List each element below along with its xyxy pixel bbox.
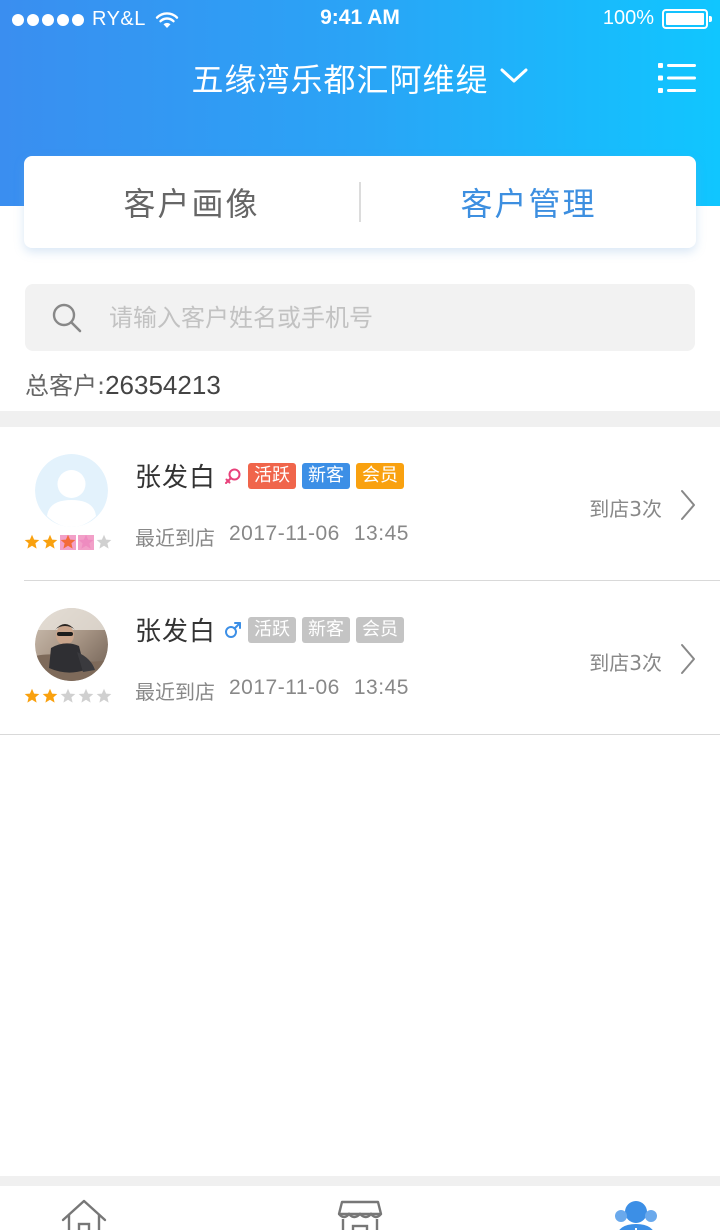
customer-name: 张发白: [135, 463, 217, 493]
total-customers: 总客户: 26354213: [25, 366, 221, 401]
last-visit-date: 2017-11-06: [229, 676, 340, 699]
customer-row[interactable]: 张发白 活跃 新客 会员 最近到店 2017-11-06 13:45 到店3次: [0, 427, 720, 581]
rating-stars: [24, 688, 112, 704]
tag-new-customer: 新客: [302, 462, 351, 489]
search-bar[interactable]: [25, 284, 695, 351]
last-visit: 最近到店 2017-11-06 13:45: [135, 522, 409, 551]
star-icon: [96, 534, 112, 549]
chevron-right-icon: [681, 644, 695, 674]
tag-active: 活跃: [248, 462, 297, 489]
bottom-tab-bar: [0, 1186, 720, 1230]
total-customers-label: 总客户:: [25, 372, 106, 400]
male-icon: [225, 621, 242, 638]
status-bar: RY&L 9:41 AM 100%: [0, 0, 720, 40]
tab-customer-profile[interactable]: 客户画像: [24, 179, 359, 225]
customer-name-line: 张发白 活跃 新客 会员: [135, 457, 405, 494]
customer-name-line: 张发白 活跃 新客 会员: [135, 611, 405, 648]
star-icon: [60, 534, 76, 550]
status-right: 100%: [602, 7, 712, 30]
last-visit-label: 最近到店: [135, 680, 215, 704]
battery-icon: [662, 8, 712, 29]
star-icon: [96, 688, 112, 703]
last-visit-time: 13:45: [353, 676, 409, 699]
star-icon: [78, 534, 94, 550]
star-icon: [60, 688, 76, 703]
customers-icon[interactable]: [612, 1198, 660, 1230]
tab-bar-divider: [0, 1176, 720, 1186]
list-menu-icon[interactable]: [658, 62, 696, 94]
default-avatar: [35, 454, 108, 527]
home-icon[interactable]: [60, 1198, 108, 1230]
last-visit-time: 13:45: [353, 522, 409, 545]
photo-avatar: [35, 608, 108, 681]
chevron-right-icon: [681, 490, 695, 520]
star-icon: [42, 534, 58, 549]
tab-switcher: 客户画像 客户管理: [24, 156, 696, 248]
star-icon: [42, 688, 58, 703]
tag-active: 活跃: [248, 616, 297, 643]
search-input[interactable]: [109, 303, 629, 332]
search-icon: [52, 303, 82, 332]
tab-customer-management[interactable]: 客户管理: [361, 179, 696, 225]
tag-member: 会员: [356, 616, 405, 643]
store-icon[interactable]: [336, 1198, 384, 1230]
star-icon: [78, 688, 94, 703]
last-visit-label: 最近到店: [135, 526, 215, 550]
section-divider: [0, 411, 720, 427]
female-icon: [225, 468, 241, 484]
star-icon: [24, 534, 40, 549]
page-title: 五缘湾乐都汇阿维缇: [191, 61, 489, 99]
row-divider: [0, 734, 720, 735]
last-visit-date: 2017-11-06: [229, 522, 340, 545]
customer-list: 张发白 活跃 新客 会员 最近到店 2017-11-06 13:45 到店3次: [0, 427, 720, 735]
customer-name: 张发白: [135, 617, 217, 647]
tag-new-customer: 新客: [302, 616, 351, 643]
last-visit: 最近到店 2017-11-06 13:45: [135, 676, 409, 705]
customer-row[interactable]: 张发白 活跃 新客 会员 最近到店 2017-11-06 13:45 到店3次: [0, 581, 720, 735]
total-customers-value: 26354213: [105, 370, 221, 400]
store-selector[interactable]: 五缘湾乐都汇阿维缇: [0, 52, 720, 104]
chevron-down-icon: [500, 68, 527, 83]
star-icon: [24, 688, 40, 703]
battery-percent: 100%: [602, 7, 654, 29]
visit-count: 到店3次: [589, 651, 662, 675]
tag-member: 会员: [356, 462, 405, 489]
visit-count: 到店3次: [589, 497, 662, 521]
rating-stars: [24, 534, 112, 550]
